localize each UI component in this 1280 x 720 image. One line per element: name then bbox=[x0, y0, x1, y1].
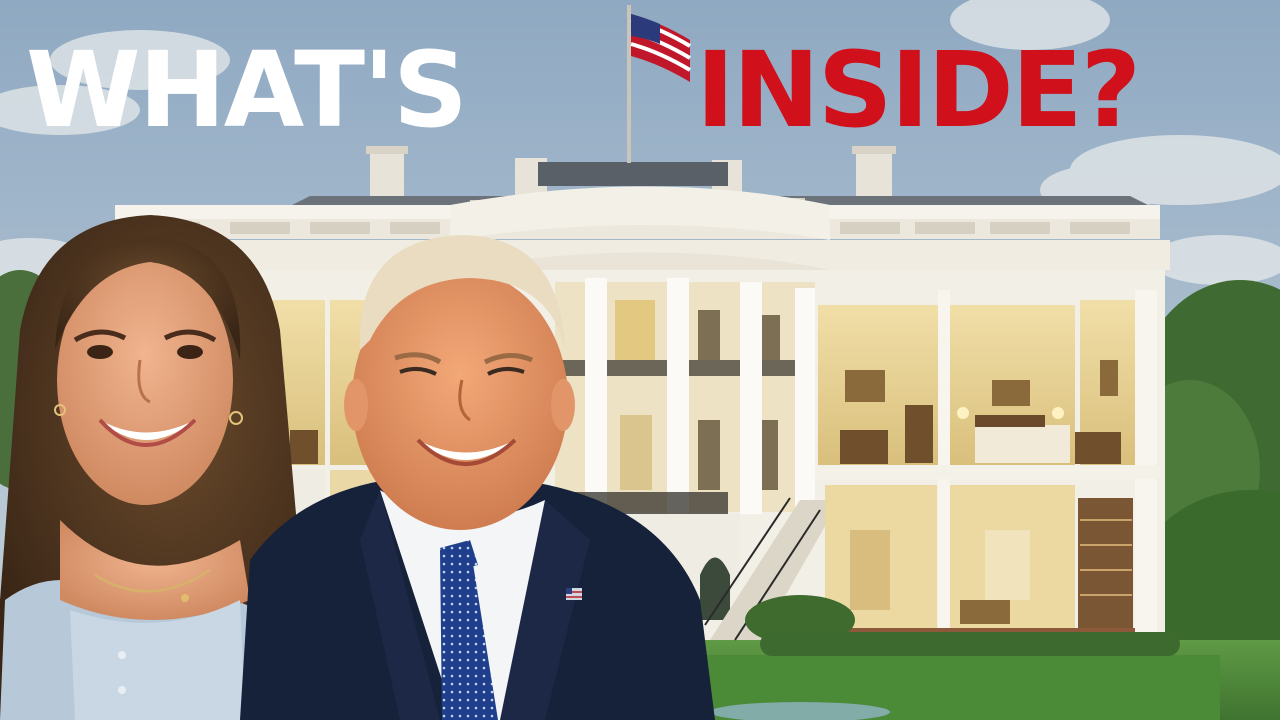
thumbnail: WHAT'S INSIDE? bbox=[0, 0, 1280, 720]
title-word-inside: INSIDE? bbox=[696, 29, 1141, 151]
title-word-whats: WHAT'S bbox=[26, 29, 468, 151]
us-flag-pin-icon bbox=[566, 588, 582, 600]
